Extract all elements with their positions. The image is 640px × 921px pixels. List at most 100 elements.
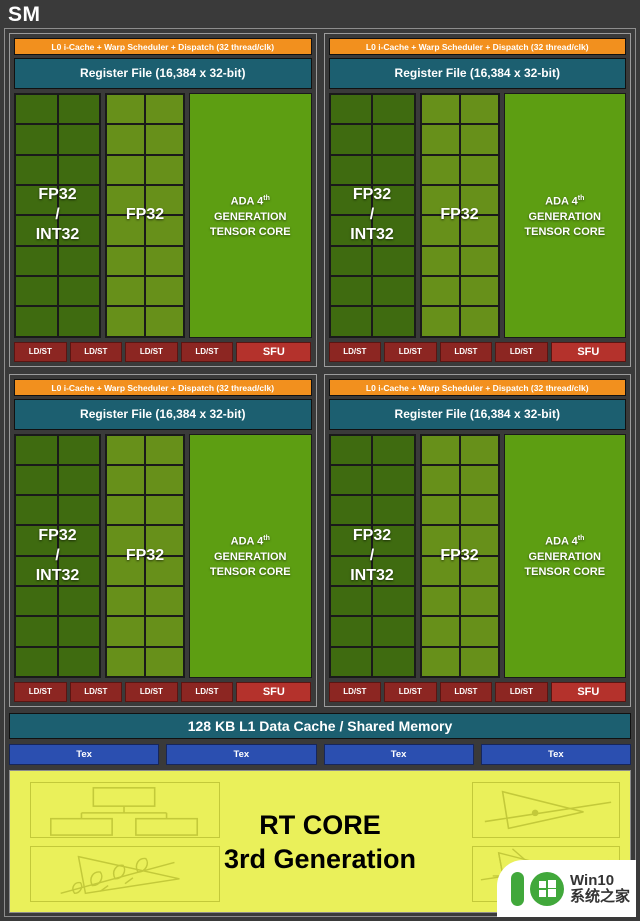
fp32-int32-core-cell: [329, 124, 372, 155]
fp32-int32-core-cell: [372, 586, 415, 617]
fp32-core-cell: [420, 525, 460, 556]
fp32-int32-core-column: FP32/INT32: [328, 93, 416, 338]
fp32-core-cell: [459, 245, 499, 276]
fp32-core-cell: [106, 245, 145, 276]
fp32-core-cell: [145, 464, 184, 496]
core-array: FP32/INT32 FP32 ADA 4th GENERATION TENSOR CO…: [14, 93, 312, 338]
fp32-int32-core-cell: [329, 464, 372, 496]
fp32-int32-core-cell: [329, 306, 372, 337]
tensor-core-line3: TENSOR CORE: [209, 566, 291, 579]
fp32-int32-core-cell: [57, 646, 100, 677]
fp32-core-cell: [106, 154, 145, 185]
fp32-int32-core-cell: [15, 275, 58, 307]
fp32-core-cell: [145, 616, 184, 647]
tensor-core-block: ADA 4th GENERATION TENSOR CORE: [189, 93, 312, 338]
fp32-core-cell: [420, 495, 460, 526]
fp32-int32-core-cell: [15, 245, 58, 276]
ldst-unit: LD/ST: [328, 341, 382, 362]
rt-core-line1: RT CORE: [259, 809, 381, 840]
tensor-core-line3: TENSOR CORE: [209, 225, 291, 238]
tensor-core-line2: GENERATION: [213, 210, 287, 223]
fp32-int32-core-cell: [329, 154, 372, 185]
fp32-core-cell: [420, 464, 460, 496]
fp32-int32-core-cell: [329, 245, 372, 276]
fp32-int32-core-cell: [57, 464, 100, 496]
fp32-int32-core-cell: [372, 646, 415, 677]
fp32-core-cell: [145, 434, 184, 465]
fp32-int32-core-cell: [372, 306, 415, 337]
fp32-int32-core-cell: [15, 586, 58, 617]
fp32-core-cell: [420, 124, 460, 155]
fp32-int32-core-cell: [329, 215, 372, 246]
processing-block: L0 i-Cache + Warp Scheduler + Dispatch (…: [323, 373, 631, 707]
fp32-core-cell: [106, 525, 145, 556]
register-file-bar: Register File (16,384 x 32-bit): [14, 398, 312, 430]
fp32-int32-core-cell: [329, 495, 372, 526]
tensor-core-line1: ADA 4th: [210, 531, 291, 550]
warp-scheduler-bar: L0 i-Cache + Warp Scheduler + Dispatch (…: [328, 38, 626, 55]
fp32-core-cell: [420, 215, 460, 246]
fp32-core-cell: [420, 646, 460, 677]
fp32-core-cell: [459, 184, 499, 216]
fp32-int32-core-cell: [372, 245, 415, 276]
fp32-int32-core-cell: [15, 215, 58, 246]
tensor-core-block: ADA 4th GENERATION TENSOR CORE: [503, 93, 626, 338]
processing-block: L0 i-Cache + Warp Scheduler + Dispatch (…: [323, 33, 631, 367]
fp32-int32-core-cell: [57, 94, 100, 125]
tensor-core-line1: ADA 4th: [524, 531, 605, 550]
ldst-unit: LD/ST: [439, 341, 493, 362]
tensor-core-ordinal-suffix: th: [577, 194, 585, 202]
fp32-core-cell: [420, 184, 460, 216]
fp32-core-cell: [106, 184, 145, 216]
register-file-bar: Register File (16,384 x 32-bit): [328, 398, 626, 430]
fp32-core-cell: [420, 616, 460, 647]
processing-block-grid: L0 i-Cache + Warp Scheduler + Dispatch (…: [9, 33, 631, 707]
fp32-int32-core-cell: [329, 525, 372, 556]
fp32-core-cell: [106, 124, 145, 155]
fp32-int32-core-cell: [15, 525, 58, 556]
fp32-int32-core-cell: [15, 555, 58, 587]
tensor-core-line1-text: ADA 4: [545, 536, 578, 549]
tensor-core-line2: GENERATION: [528, 210, 602, 223]
ldst-unit: LD/ST: [125, 682, 178, 702]
fp32-int32-core-cell: [15, 154, 58, 185]
fp32-int32-core-cell: [372, 495, 415, 526]
ldst-sfu-row: LD/ST LD/ST LD/ST LD/ST SFU: [328, 682, 627, 702]
tex-unit: Tex: [480, 744, 631, 765]
tensor-core-line3: TENSOR CORE: [524, 225, 606, 238]
watermark-windows-icon: [530, 871, 564, 906]
ldst-unit: LD/ST: [328, 682, 382, 702]
fp32-int32-core-cell: [57, 215, 100, 246]
fp32-int32-core-column: FP32/INT32: [14, 93, 101, 338]
fp32-int32-core-cell: [57, 434, 100, 465]
ldst-unit: LD/ST: [180, 341, 234, 362]
fp32-core-cell: [459, 154, 499, 185]
fp32-int32-core-cell: [372, 94, 415, 125]
fp32-core-cell: [106, 275, 145, 307]
page-title: SM: [8, 3, 41, 26]
ldst-unit: LD/ST: [125, 341, 178, 362]
watermark-line2: 系统之家: [570, 887, 631, 905]
tensor-core-ordinal-suffix: th: [577, 535, 585, 543]
ldst-unit: LD/ST: [439, 682, 493, 702]
ldst-unit: LD/ST: [69, 341, 123, 362]
fp32-core-cell: [106, 555, 145, 587]
fp32-int32-core-cell: [372, 464, 415, 496]
watermark-line1: Win10: [570, 871, 615, 889]
register-file-bar: Register File (16,384 x 32-bit): [328, 58, 626, 89]
fp32-int32-core-cell: [329, 94, 372, 125]
sfu-unit: SFU: [550, 341, 626, 362]
fp32-int32-core-cell: [15, 646, 58, 677]
fp32-core-cell: [420, 306, 460, 337]
ldst-unit: LD/ST: [14, 682, 67, 702]
fp32-core-cell: [145, 215, 184, 246]
bvh-tree-icon: [30, 782, 220, 838]
fp32-core-cell: [106, 646, 145, 677]
sfu-unit: SFU: [236, 341, 312, 362]
fp32-int32-core-cell: [329, 275, 372, 307]
fp32-core-cell: [459, 616, 499, 647]
triangle-foliage-icon: [30, 846, 220, 902]
fp32-core-cell: [145, 154, 184, 185]
ldst-sfu-row: LD/ST LD/ST LD/ST LD/ST SFU: [14, 341, 312, 362]
fp32-int32-core-cell: [57, 124, 100, 155]
